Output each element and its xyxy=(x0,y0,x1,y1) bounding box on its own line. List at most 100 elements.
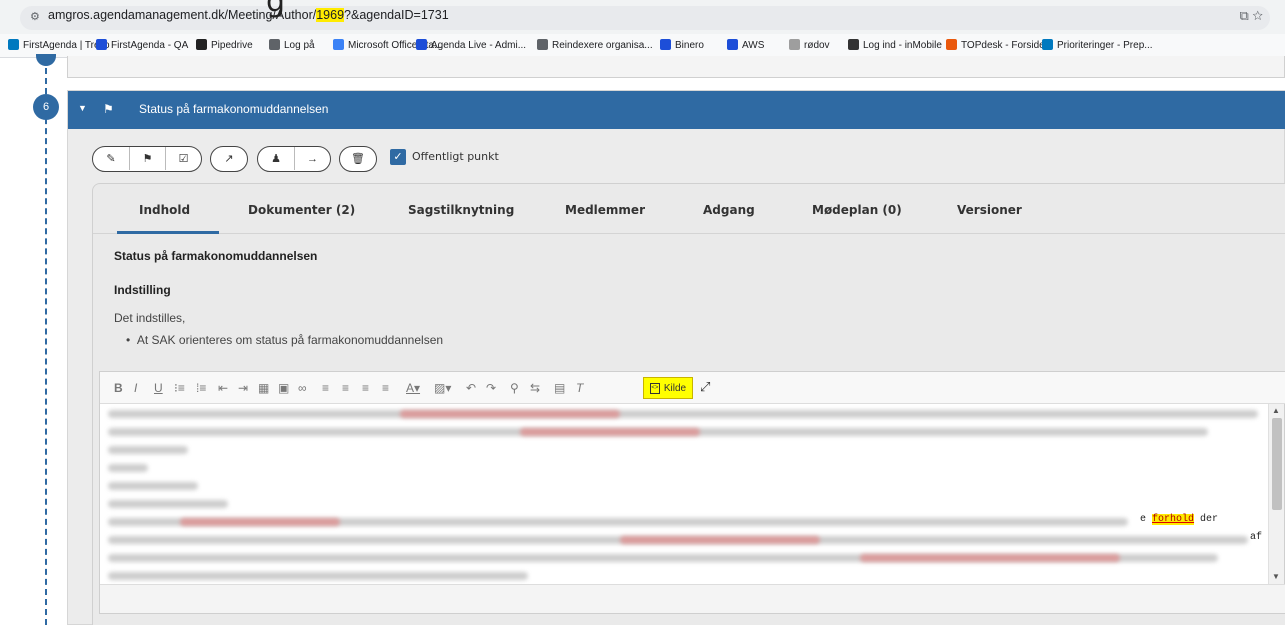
bookmark-favicon-icon xyxy=(727,39,738,50)
external-group: ↗ xyxy=(210,146,248,172)
site-info-icon[interactable]: ⚙ xyxy=(30,11,42,23)
cast-icon[interactable]: ⧉ ☆ xyxy=(1239,8,1263,24)
blurred-line xyxy=(620,536,820,544)
redo-icon[interactable]: ↷ xyxy=(486,381,496,395)
align-center-icon[interactable]: ≡ xyxy=(342,381,349,395)
flag-button[interactable]: ⚑ xyxy=(129,147,165,170)
bookmark-label: Binero xyxy=(675,40,704,51)
underline-icon[interactable]: U xyxy=(154,381,163,395)
approve-button[interactable]: ☑ xyxy=(165,147,201,170)
bold-icon[interactable]: B xyxy=(114,381,123,395)
url-text[interactable]: amgros.agendamanagement.dk/Meeting/Autho… xyxy=(48,8,449,22)
edit-button[interactable]: ✎ xyxy=(93,147,129,170)
outdent-icon[interactable]: ⇤ xyxy=(218,381,228,395)
pencil-icon: ✎ xyxy=(106,153,116,165)
bookmark-item[interactable]: Log ind - inMobile xyxy=(848,39,942,53)
image-icon[interactable]: ▣ xyxy=(278,381,289,395)
bookmark-item[interactable]: Agenda Live - Admi... xyxy=(416,39,526,53)
content-bullet: • At SAK orienteres om status på farmako… xyxy=(126,333,444,347)
bookmark-item[interactable]: FirstAgenda - QA xyxy=(96,39,188,53)
timeline-step-badge: 6 xyxy=(33,94,59,120)
scrollbar-thumb[interactable] xyxy=(1272,418,1282,510)
tab-versioner[interactable]: Versioner xyxy=(957,203,1022,217)
bookmark-favicon-icon xyxy=(333,39,344,50)
tab-modeplan[interactable]: Mødeplan (0) xyxy=(812,203,902,217)
bookmark-item[interactable]: FirstAgenda | Trello xyxy=(8,39,110,53)
delete-button[interactable]: 🗑 xyxy=(340,147,376,170)
bookmark-label: rødov xyxy=(804,40,830,51)
indent-icon[interactable]: ⇥ xyxy=(238,381,248,395)
bookmark-item[interactable]: AWS xyxy=(727,39,764,53)
blurred-line xyxy=(108,464,148,472)
move-button[interactable]: → xyxy=(294,147,330,170)
bookmark-label: Log på xyxy=(284,40,315,51)
justify-icon[interactable]: ≡ xyxy=(382,381,389,395)
bookmark-item[interactable]: Reindexere organisa... xyxy=(537,39,653,53)
reassign-button[interactable]: ♟ xyxy=(258,147,294,170)
url-highlighted-part: 1969 xyxy=(316,8,345,22)
bookmark-favicon-icon xyxy=(946,39,957,50)
table-icon[interactable]: ▦ xyxy=(258,381,269,395)
maximize-icon[interactable]: ⤢ xyxy=(700,379,710,395)
bookmark-favicon-icon xyxy=(1042,39,1053,50)
check-icon: ☑ xyxy=(178,153,189,165)
blurred-line xyxy=(108,572,528,580)
blurred-line xyxy=(520,428,700,436)
find-icon[interactable]: ⚲ xyxy=(510,381,519,395)
blurred-line xyxy=(108,482,198,490)
bookmarks-bar: FirstAgenda | Trello FirstAgenda - QA Pipe… xyxy=(0,34,1285,58)
align-left-icon[interactable]: ≡ xyxy=(322,381,329,395)
numbered-list-icon[interactable]: ⁝≡ xyxy=(174,381,185,395)
source-icon: <> xyxy=(649,382,660,394)
scroll-down-icon[interactable]: ▼ xyxy=(1272,572,1280,581)
external-link-button[interactable]: ↗ xyxy=(211,147,247,170)
bookmark-item[interactable]: Pipedrive xyxy=(196,39,253,53)
content-text: Det indstilles, xyxy=(114,311,186,325)
tab-dokumenter[interactable]: Dokumenter (2) xyxy=(248,203,355,217)
active-tab-indicator xyxy=(117,231,219,234)
bookmark-label: FirstAgenda - QA xyxy=(111,40,189,51)
arrow-right-icon: → xyxy=(307,152,318,165)
fragment-pre: e xyxy=(1140,514,1153,525)
source-button[interactable]: <> Kilde xyxy=(643,377,693,399)
replace-icon[interactable]: ⇆ xyxy=(530,381,540,395)
bulleted-list-icon[interactable]: ⁞≡ xyxy=(196,381,206,395)
overlay-glyph: g xyxy=(266,0,286,19)
tab-sagstilknytning[interactable]: Sagstilknytning xyxy=(408,203,514,217)
agenda-item-header[interactable]: ▼ ⚑ Status på farmakonomuddannelsen xyxy=(68,91,1285,129)
rich-text-editor[interactable]: B I U ⁝≡ ⁞≡ ⇤ ⇥ ▦ ▣ ∞ ≡ ≡ ≡ ≡ A▾ ▨▾ ↶ ↷ … xyxy=(99,371,1285,614)
blurred-line xyxy=(400,410,620,418)
bookmark-item[interactable]: Log på xyxy=(269,39,315,53)
editor-scrollbar[interactable]: ▲ ▼ xyxy=(1268,404,1284,584)
visible-text-fragment-2: af xyxy=(1250,532,1263,543)
italic-icon[interactable]: I xyxy=(134,381,137,395)
previous-item-card xyxy=(67,56,1285,78)
block-icon[interactable]: ▤ xyxy=(554,381,565,395)
bookmark-favicon-icon xyxy=(416,39,427,50)
editor-source-body[interactable]: e forhold der af xyxy=(100,404,1270,584)
person-icon: ♟ xyxy=(271,153,281,165)
bookmark-label: TOPdesk - Forside xyxy=(961,40,1045,51)
link-icon[interactable]: ∞ xyxy=(298,381,307,395)
bookmark-item[interactable]: TOPdesk - Forside xyxy=(946,39,1045,53)
text-color-icon[interactable]: A▾ xyxy=(406,381,420,395)
tab-indhold[interactable]: Indhold xyxy=(139,203,190,217)
bookmark-label: Reindexere organisa... xyxy=(552,40,653,51)
tab-adgang[interactable]: Adgang xyxy=(703,203,755,217)
bookmark-item[interactable]: rødov xyxy=(789,39,830,53)
background-color-icon[interactable]: ▨▾ xyxy=(434,381,451,395)
bookmark-item[interactable]: Binero xyxy=(660,39,704,53)
item-panel: Indhold Dokumenter (2) Sagstilknytning M… xyxy=(92,183,1285,625)
scroll-up-icon[interactable]: ▲ xyxy=(1272,406,1280,415)
clear-format-icon[interactable]: T xyxy=(576,381,583,395)
collapse-caret-icon[interactable]: ▼ xyxy=(78,103,87,113)
bookmark-favicon-icon xyxy=(269,39,280,50)
undo-icon[interactable]: ↶ xyxy=(466,381,476,395)
tab-medlemmer[interactable]: Medlemmer xyxy=(565,203,645,217)
bookmark-item[interactable]: Prioriteringer - Prep... xyxy=(1042,39,1153,53)
address-bar[interactable]: ⚙ amgros.agendamanagement.dk/Meeting/Aut… xyxy=(0,0,1285,34)
public-item-checkbox[interactable]: ✓ xyxy=(390,149,406,165)
align-right-icon[interactable]: ≡ xyxy=(362,381,369,395)
page-content: 6 ▼ ⚑ Status på farmakonomuddannelsen ✎ … xyxy=(0,54,1285,625)
agenda-item-title: Status på farmakonomuddannelsen xyxy=(139,102,329,116)
